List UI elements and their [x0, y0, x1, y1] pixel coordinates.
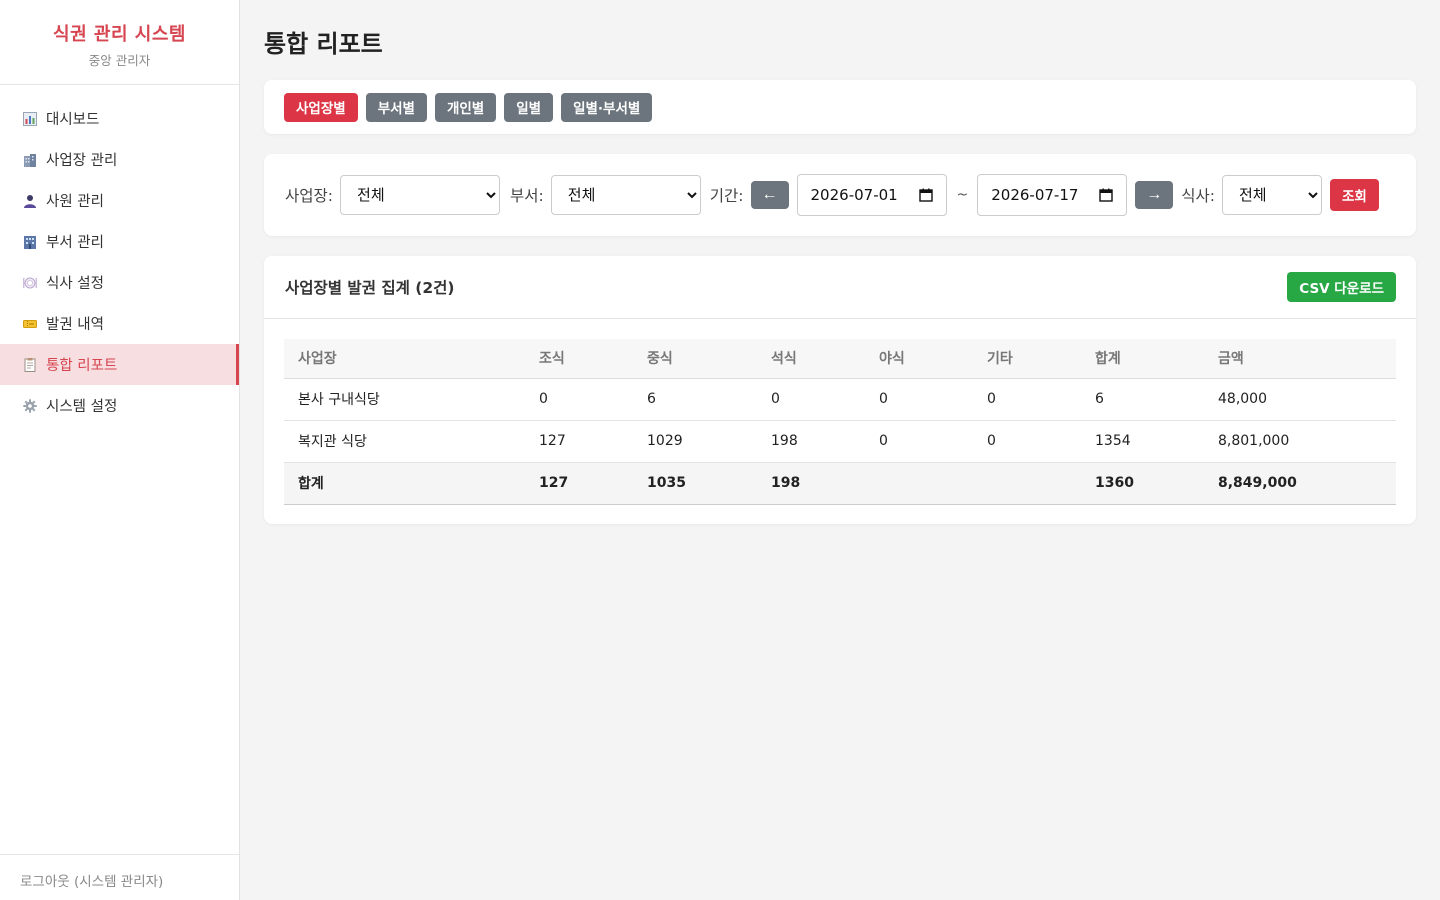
- sidebar-item-label: 대시보드: [46, 112, 100, 128]
- table-cell: 0: [973, 420, 1081, 463]
- sidebar-item-sites[interactable]: 사업장 관리: [0, 139, 239, 180]
- page-title: 통합 리포트: [264, 30, 383, 58]
- brand: 식권 관리 시스템 중앙 관리자: [0, 0, 239, 85]
- brand-subtitle: 중앙 관리자: [88, 53, 151, 68]
- table-cell: 48,000: [1204, 378, 1396, 421]
- table-row: 복지관 식당 127 1029 198 0 0 1354 8,801,000: [284, 420, 1396, 463]
- sidebar-item-label: 통합 리포트: [46, 358, 118, 374]
- column-header[interactable]: 중식: [633, 339, 757, 379]
- table-cell: 0: [973, 378, 1081, 421]
- column-header[interactable]: 사업장: [284, 339, 525, 379]
- report-tabs: 사업장별 부서별 개인별 일별 일별·부서별: [264, 80, 1416, 134]
- table-cell: 127: [525, 420, 633, 463]
- logout-link[interactable]: 로그아웃 (시스템 관리자): [0, 854, 239, 900]
- calendar-icon[interactable]: [918, 188, 933, 202]
- sidebar-item-system-settings[interactable]: 시스템 설정: [0, 385, 239, 426]
- table-cell: 8,801,000: [1204, 420, 1396, 463]
- column-header[interactable]: 기타: [973, 339, 1081, 379]
- end-date-input[interactable]: 2026-07-17: [977, 174, 1128, 216]
- sidebar-item-label: 사업장 관리: [46, 153, 118, 169]
- site-select[interactable]: 전체: [340, 175, 501, 215]
- next-period-button[interactable]: →: [1135, 181, 1174, 209]
- sidebar-item-label: 발권 내역: [46, 317, 104, 333]
- table-cell: 1029: [633, 420, 757, 463]
- total-cell: 127: [525, 462, 633, 505]
- filter-bar: 사업장: 전체 부서: 전체 기간: ← 2026-07-01 ~ 2026-0…: [264, 154, 1416, 236]
- dept-filter-label: 부서:: [510, 187, 544, 205]
- total-cell: 1035: [633, 462, 757, 505]
- table-header-row: 사업장 조식 중식 석식 야식 기타 합계 금액: [284, 339, 1396, 379]
- start-date-value: 2026-07-01: [810, 186, 898, 204]
- result-title: 사업장별 발권 집계 (2건): [285, 279, 455, 297]
- table-row: 본사 구내식당 0 6 0 0 0 6 48,000: [284, 378, 1396, 421]
- table-wrapper: 사업장 조식 중식 석식 야식 기타 합계 금액 본사 구내식당 0 6 0 0…: [264, 319, 1416, 505]
- total-cell: [973, 462, 1081, 505]
- chart-icon: [22, 111, 37, 126]
- table-cell: 1354: [1081, 420, 1204, 463]
- calendar-icon[interactable]: [1099, 188, 1113, 202]
- sidebar: 식권 관리 시스템 중앙 관리자 대시보드 사업장 관리 사원 관리 부서 관리…: [0, 0, 240, 900]
- total-cell: [865, 462, 973, 505]
- table-cell: 본사 구내식당: [284, 378, 525, 421]
- site-filter-label: 사업장:: [285, 187, 334, 205]
- search-button[interactable]: 조회: [1330, 179, 1379, 211]
- table-cell: 198: [757, 420, 865, 463]
- period-filter-label: 기간:: [709, 187, 744, 205]
- column-header[interactable]: 석식: [757, 339, 865, 379]
- meal-select[interactable]: 전체: [1222, 175, 1322, 215]
- total-cell: 합계: [284, 462, 525, 505]
- csv-download-button[interactable]: CSV 다운로드: [1287, 272, 1396, 302]
- tab-by-day[interactable]: 일별: [504, 92, 554, 122]
- table-cell: 0: [525, 378, 633, 421]
- total-cell: 198: [757, 462, 865, 505]
- meal-filter-label: 식사:: [1181, 187, 1215, 205]
- table-cell: 복지관 식당: [284, 420, 525, 463]
- tab-by-site[interactable]: 사업장별: [284, 92, 358, 122]
- total-cell: 1360: [1081, 462, 1204, 505]
- sidebar-item-departments[interactable]: 부서 관리: [0, 221, 239, 262]
- table-cell: 0: [865, 378, 973, 421]
- ticket-icon: [22, 316, 37, 331]
- person-icon: [22, 193, 37, 208]
- sidebar-item-dashboard[interactable]: 대시보드: [0, 98, 239, 139]
- result-panel: 사업장별 발권 집계 (2건) CSV 다운로드 사업장 조식 중식 석식 야식…: [264, 256, 1416, 524]
- tab-by-person[interactable]: 개인별: [434, 92, 497, 122]
- sidebar-item-label: 식사 설정: [46, 276, 104, 292]
- start-date-input[interactable]: 2026-07-01: [796, 174, 947, 216]
- total-cell: 8,849,000: [1204, 462, 1396, 505]
- sidebar-item-label: 시스템 설정: [46, 399, 118, 415]
- office-icon: [22, 234, 37, 249]
- department-select[interactable]: 전체: [550, 175, 701, 215]
- sidebar-item-employees[interactable]: 사원 관리: [0, 180, 239, 221]
- column-header[interactable]: 야식: [865, 339, 973, 379]
- sidebar-item-label: 사원 관리: [46, 194, 104, 210]
- table-cell: 6: [1081, 378, 1204, 421]
- column-header[interactable]: 조식: [525, 339, 633, 379]
- table-cell: 0: [757, 378, 865, 421]
- site-summary-table: 사업장 조식 중식 석식 야식 기타 합계 금액 본사 구내식당 0 6 0 0…: [284, 339, 1396, 505]
- table-cell: 6: [633, 378, 757, 421]
- table-total-row: 합계 127 1035 198 1360 8,849,000: [284, 462, 1396, 505]
- plate-icon: [22, 275, 37, 290]
- date-range-separator: ~: [956, 187, 969, 203]
- gear-icon: [22, 398, 37, 413]
- sidebar-item-label: 부서 관리: [46, 235, 104, 251]
- brand-title: 식권 관리 시스템: [53, 24, 186, 45]
- tab-by-department[interactable]: 부서별: [365, 92, 427, 122]
- building-icon: [22, 152, 37, 167]
- main-content: 통합 리포트 사업장별 부서별 개인별 일별 일별·부서별 사업장: 전체 부서…: [264, 0, 1416, 524]
- prev-period-button[interactable]: ←: [750, 181, 789, 209]
- table-cell: 0: [865, 420, 973, 463]
- report-icon: [22, 357, 37, 372]
- end-date-value: 2026-07-17: [991, 186, 1079, 204]
- result-header: 사업장별 발권 집계 (2건) CSV 다운로드: [264, 256, 1416, 319]
- sidebar-nav: 대시보드 사업장 관리 사원 관리 부서 관리 식사 설정 발권 내역 통합 리…: [0, 85, 239, 426]
- column-header[interactable]: 합계: [1081, 339, 1204, 379]
- sidebar-item-integrated-report[interactable]: 통합 리포트: [0, 344, 239, 385]
- tab-by-day-department[interactable]: 일별·부서별: [561, 92, 653, 122]
- column-header[interactable]: 금액: [1204, 339, 1396, 379]
- sidebar-item-meal-settings[interactable]: 식사 설정: [0, 262, 239, 303]
- sidebar-item-issue-history[interactable]: 발권 내역: [0, 303, 239, 344]
